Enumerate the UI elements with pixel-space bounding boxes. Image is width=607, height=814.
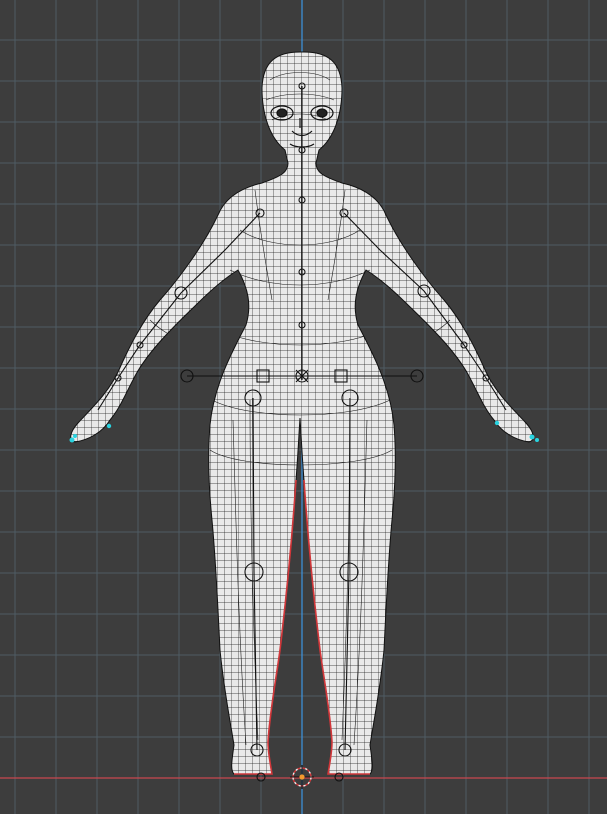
crosshair-icon[interactable] (290, 765, 314, 789)
viewport-canvas[interactable] (0, 0, 607, 814)
3d-viewport[interactable] (0, 0, 607, 814)
